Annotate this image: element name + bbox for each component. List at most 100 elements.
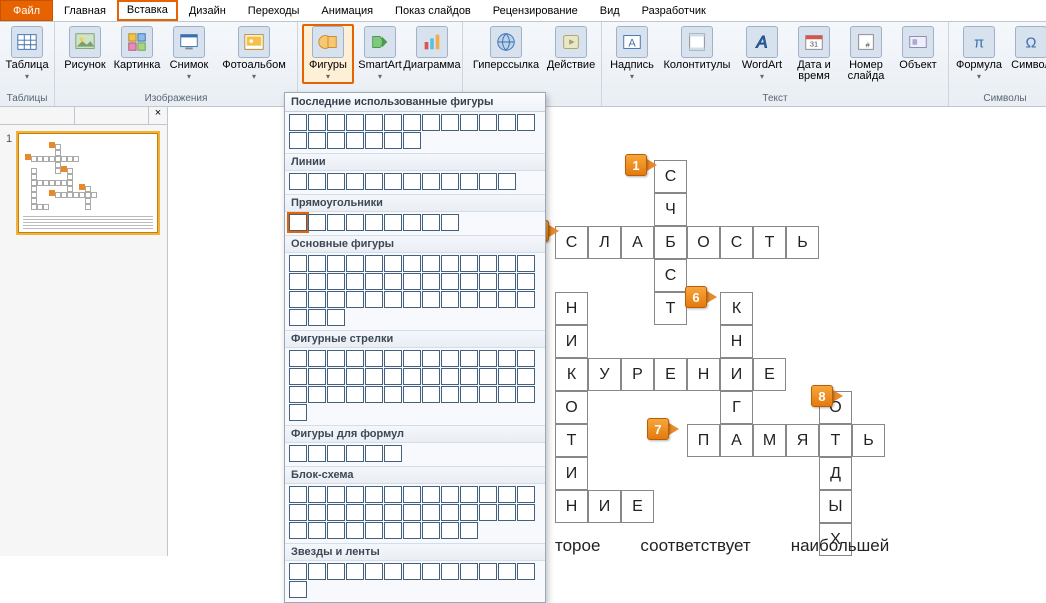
shape-item[interactable]	[289, 368, 307, 385]
shape-item[interactable]	[327, 173, 345, 190]
crossword-cell[interactable]: Т	[819, 424, 852, 457]
shape-item[interactable]	[365, 273, 383, 290]
shape-item[interactable]	[422, 173, 440, 190]
shape-item[interactable]	[479, 350, 497, 367]
shape-item[interactable]	[498, 386, 516, 403]
shape-item[interactable]	[327, 563, 345, 580]
shape-item[interactable]	[327, 350, 345, 367]
shape-item[interactable]	[422, 255, 440, 272]
shape-item[interactable]	[346, 386, 364, 403]
tab-рецензирование[interactable]: Рецензирование	[482, 0, 589, 21]
shape-item[interactable]	[384, 504, 402, 521]
shape-item[interactable]	[327, 273, 345, 290]
crossword-cell[interactable]: Е	[753, 358, 786, 391]
shape-item[interactable]	[517, 486, 535, 503]
shape-item[interactable]	[365, 368, 383, 385]
tab-дизайн[interactable]: Дизайн	[178, 0, 237, 21]
shape-item[interactable]	[498, 173, 516, 190]
shape-item[interactable]	[498, 291, 516, 308]
photoalbum-button[interactable]: Фотоальбом▾	[215, 24, 293, 82]
shape-item[interactable]	[460, 350, 478, 367]
crossword-cell[interactable]: О	[555, 391, 588, 424]
shape-item[interactable]	[422, 563, 440, 580]
crossword-cell[interactable]: Д	[819, 457, 852, 490]
shape-item[interactable]	[365, 445, 383, 462]
shape-item[interactable]	[365, 350, 383, 367]
shape-item[interactable]	[498, 486, 516, 503]
shape-item[interactable]	[308, 255, 326, 272]
shape-item[interactable]	[441, 214, 459, 231]
shape-item[interactable]	[422, 486, 440, 503]
shape-item[interactable]	[460, 173, 478, 190]
shape-item[interactable]	[346, 486, 364, 503]
crossword-cell[interactable]: С	[654, 259, 687, 292]
shape-item[interactable]	[308, 132, 326, 149]
crossword-cell[interactable]: Т	[654, 292, 687, 325]
shape-item[interactable]	[289, 563, 307, 580]
shape-item[interactable]	[441, 173, 459, 190]
shape-item[interactable]	[346, 273, 364, 290]
shape-item[interactable]	[479, 173, 497, 190]
crossword-cell[interactable]: Ы	[819, 490, 852, 523]
shape-item[interactable]	[441, 273, 459, 290]
shape-item[interactable]	[308, 368, 326, 385]
shape-item[interactable]	[327, 309, 345, 326]
crossword-cell[interactable]: К	[720, 292, 753, 325]
shape-item[interactable]	[384, 255, 402, 272]
crossword-cell[interactable]: У	[588, 358, 621, 391]
shape-item[interactable]	[308, 291, 326, 308]
shape-item[interactable]	[346, 445, 364, 462]
shape-item[interactable]	[384, 522, 402, 539]
shape-item[interactable]	[403, 368, 421, 385]
shapes-button[interactable]: Фигуры▾	[302, 24, 354, 84]
crossword-cell[interactable]: И	[555, 325, 588, 358]
crossword-cell[interactable]: Т	[753, 226, 786, 259]
shape-item[interactable]	[479, 114, 497, 131]
shape-item[interactable]	[327, 445, 345, 462]
shape-item[interactable]	[517, 291, 535, 308]
shape-item[interactable]	[365, 486, 383, 503]
shape-item[interactable]	[308, 114, 326, 131]
shape-item[interactable]	[460, 255, 478, 272]
table-button[interactable]: Таблица▾	[4, 24, 50, 82]
shape-item[interactable]	[403, 386, 421, 403]
equation-button[interactable]: πФормула▾	[953, 24, 1005, 82]
tab-вставка[interactable]: Вставка	[117, 0, 178, 21]
shape-item[interactable]	[365, 132, 383, 149]
shape-item[interactable]	[289, 273, 307, 290]
crossword-cell[interactable]: Г	[720, 391, 753, 424]
shape-item[interactable]	[479, 255, 497, 272]
crossword-cell[interactable]: С	[720, 226, 753, 259]
shape-item[interactable]	[403, 486, 421, 503]
tab-показ слайдов[interactable]: Показ слайдов	[384, 0, 482, 21]
shape-item[interactable]	[422, 386, 440, 403]
shape-item[interactable]	[346, 563, 364, 580]
crossword-cell[interactable]: С	[555, 226, 588, 259]
crossword-cell[interactable]: И	[555, 457, 588, 490]
shape-item[interactable]	[460, 368, 478, 385]
shape-item[interactable]	[289, 309, 307, 326]
shape-item[interactable]	[384, 368, 402, 385]
shape-item[interactable]	[498, 368, 516, 385]
shape-item[interactable]	[384, 445, 402, 462]
chart-button[interactable]: Диаграмма	[406, 24, 458, 71]
crossword-cell[interactable]: Ь	[786, 226, 819, 259]
shape-item[interactable]	[308, 214, 326, 231]
shape-item[interactable]	[517, 386, 535, 403]
tab-переходы[interactable]: Переходы	[237, 0, 311, 21]
tab-разработчик[interactable]: Разработчик	[631, 0, 717, 21]
shape-item[interactable]	[308, 386, 326, 403]
shape-item[interactable]	[365, 255, 383, 272]
shape-item[interactable]	[289, 504, 307, 521]
shape-item[interactable]	[308, 445, 326, 462]
shape-item[interactable]	[441, 486, 459, 503]
shape-item[interactable]	[517, 563, 535, 580]
slide-thumbnail[interactable]	[18, 133, 158, 233]
shape-item[interactable]	[479, 486, 497, 503]
crossword-cell[interactable]: Н	[720, 325, 753, 358]
shape-item[interactable]	[346, 368, 364, 385]
shape-item[interactable]	[517, 114, 535, 131]
shape-item[interactable]	[403, 255, 421, 272]
object-button[interactable]: Объект	[892, 24, 944, 71]
shape-item[interactable]	[498, 273, 516, 290]
